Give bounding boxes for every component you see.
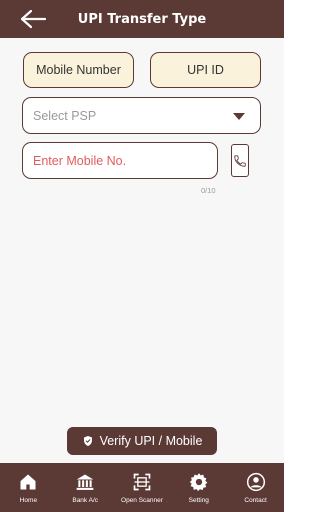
back-button[interactable] (18, 8, 48, 30)
nav-home-label: Home (19, 497, 38, 504)
nav-open-scanner[interactable]: Open Scanner (114, 471, 170, 504)
gear-icon (188, 471, 210, 493)
verify-button[interactable]: Verify UPI / Mobile (67, 427, 217, 455)
mobile-number-toggle[interactable]: Mobile Number (23, 52, 134, 88)
nav-scanner-label: Open Scanner (121, 497, 163, 504)
nav-contact-label: Contact (244, 497, 267, 504)
phone-icon (234, 154, 246, 167)
verify-button-label: Verify UPI / Mobile (99, 434, 203, 448)
bank-icon (74, 471, 96, 493)
shield-check-icon (83, 436, 92, 446)
nav-bank-account[interactable]: Bank A/c (57, 471, 113, 504)
mobile-number-input[interactable] (22, 142, 218, 179)
contact-picker-button[interactable] (231, 144, 249, 177)
home-icon (17, 471, 39, 493)
character-counter: 0/10 (201, 186, 216, 195)
main-content: Mobile Number UPI ID Select PSP 0/10 (0, 38, 284, 463)
chevron-down-icon (233, 113, 245, 120)
psp-select-placeholder: Select PSP (33, 108, 97, 123)
contact-icon (245, 471, 267, 493)
nav-home[interactable]: Home (0, 471, 56, 504)
nav-setting-label: Setting (188, 497, 209, 504)
upi-id-toggle[interactable]: UPI ID (150, 52, 261, 88)
nav-setting[interactable]: Setting (171, 471, 227, 504)
psp-select[interactable]: Select PSP (22, 97, 261, 134)
app-header: UPI Transfer Type (0, 0, 284, 38)
nav-bank-label: Bank A/c (72, 497, 99, 504)
page-title: UPI Transfer Type (77, 11, 207, 27)
scanner-icon (131, 471, 153, 493)
bottom-nav: Home Bank A/c Open Scanner Setting Conta… (0, 463, 284, 512)
back-arrow-icon (20, 9, 47, 29)
nav-contact[interactable]: Contact (228, 471, 284, 504)
